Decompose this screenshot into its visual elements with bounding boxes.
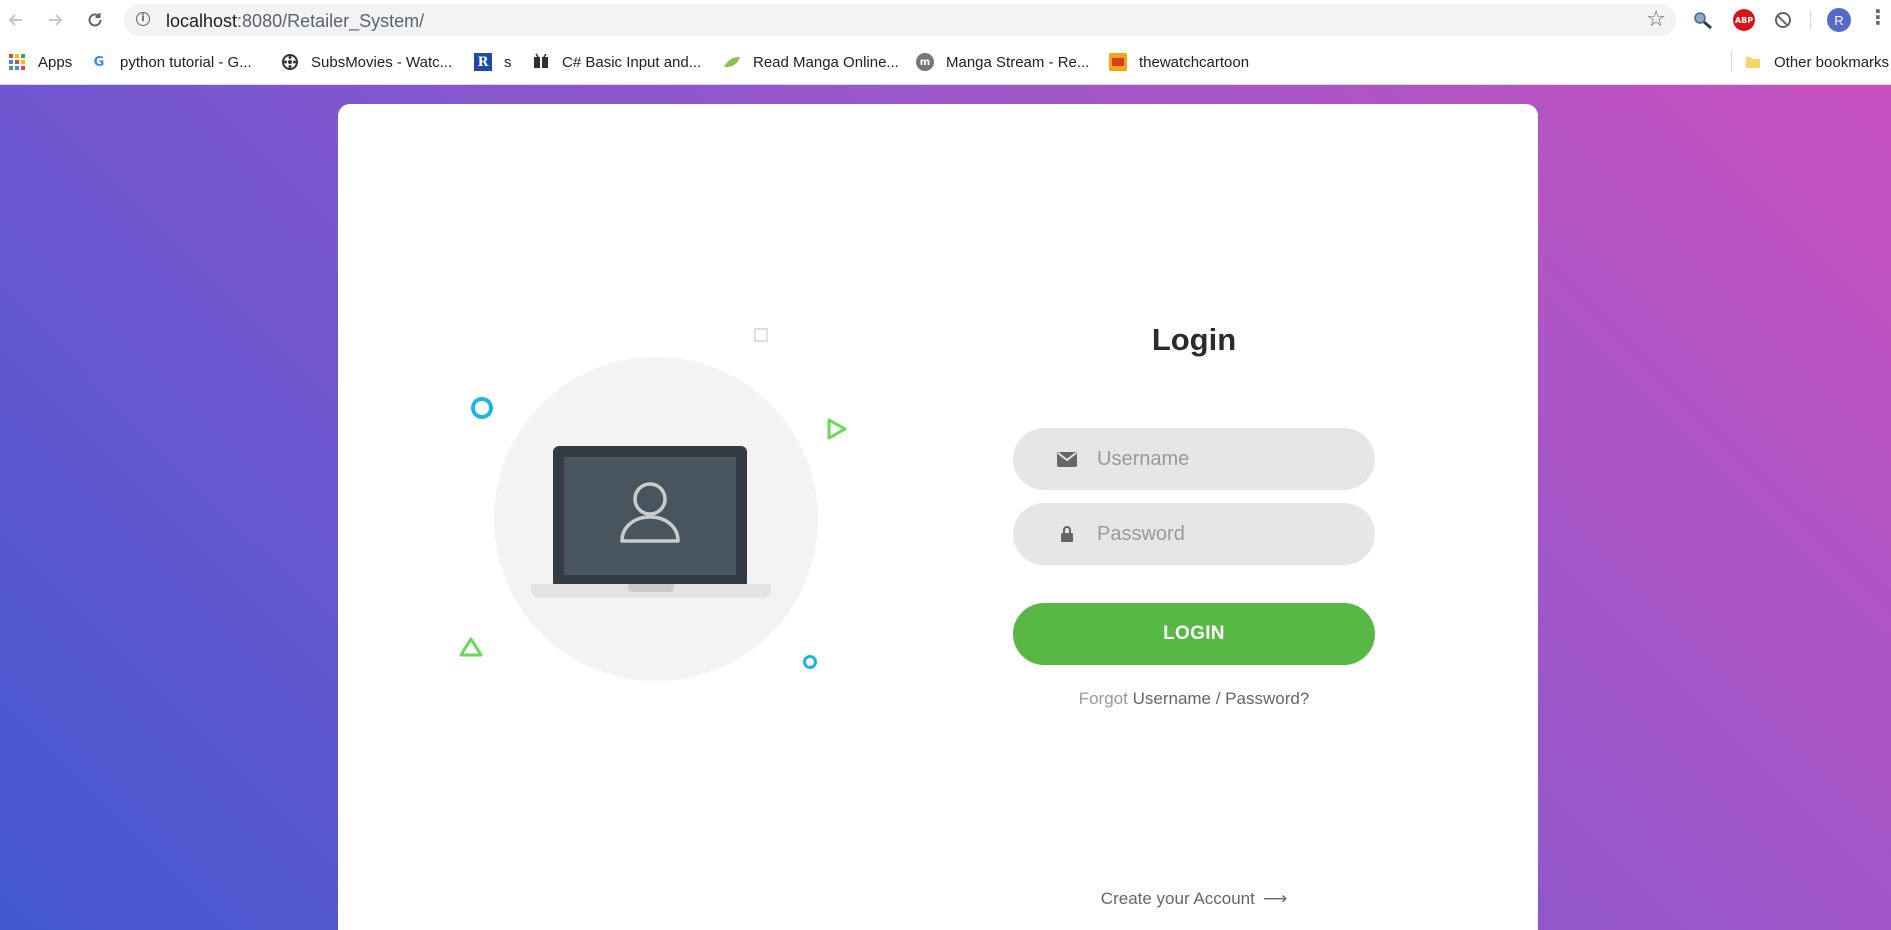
bookmark-label: Other bookmarks <box>1774 53 1890 71</box>
apps-grid-icon <box>8 53 26 71</box>
laptop-screen <box>553 446 747 588</box>
envelope-icon <box>1057 450 1077 468</box>
bookmark-label: Apps <box>38 53 73 71</box>
kebab-menu-icon[interactable]: ⋮ <box>1868 5 1888 29</box>
bookmark-apps[interactable]: Apps <box>8 51 72 73</box>
bookmark-label: s <box>504 53 512 71</box>
profile-avatar[interactable]: R <box>1827 8 1851 32</box>
leaf-icon <box>723 53 741 71</box>
address-bar[interactable]: i localhost:8080/Retailer_System/ ☆ <box>124 4 1676 36</box>
bookmark-label: C# Basic Input and... <box>562 53 702 71</box>
profile-initial: R <box>1834 12 1844 28</box>
r-logo-icon: R <box>474 53 492 71</box>
tv-icon <box>1109 53 1127 71</box>
forward-button[interactable] <box>43 8 67 32</box>
bookmarks-divider <box>1731 50 1732 72</box>
arrow-right-icon <box>49 14 63 26</box>
block-icon <box>1775 12 1791 28</box>
bookmark-label: Manga Stream - Re... <box>946 53 1090 71</box>
toolbar-divider <box>1810 10 1811 30</box>
bookmark-label: python tutorial - G... <box>120 53 252 71</box>
user-icon <box>620 482 680 543</box>
deco-square <box>754 328 768 342</box>
url-path: :8080/Retailer_System/ <box>237 11 425 31</box>
bookmark-label: Read Manga Online... <box>753 53 899 71</box>
password-input[interactable] <box>1097 503 1347 565</box>
page-title: Login <box>1151 322 1237 357</box>
create-account-label: Create your Account <box>1100 889 1255 908</box>
folder-icon <box>1744 53 1762 71</box>
browser-toolbar: i localhost:8080/Retailer_System/ ☆ ABP … <box>0 0 1891 40</box>
adblock-extension[interactable]: ABP <box>1733 9 1755 31</box>
bookmark-item[interactable]: thewatchcartoon <box>1109 51 1249 73</box>
google-g-icon: G <box>93 54 105 70</box>
bookmark-label: SubsMovies - Watc... <box>311 53 453 71</box>
forgot-link[interactable]: Username / Password? <box>1133 689 1310 708</box>
deco-ring <box>803 655 817 669</box>
bookmark-item[interactable]: SubsMovies - Watc... <box>281 51 452 73</box>
login-button[interactable]: LOGIN <box>1013 603 1375 665</box>
bookmark-item[interactable]: Read Manga Online... <box>723 51 899 73</box>
abp-label: ABP <box>1734 15 1754 25</box>
book-icon <box>532 53 550 71</box>
arrow-left-icon <box>8 14 22 26</box>
password-field[interactable] <box>1013 503 1375 565</box>
bookmarks-bar: Apps G python tutorial - G... SubsMovies… <box>0 40 1891 85</box>
reload-button[interactable] <box>83 8 107 32</box>
url-host: localhost <box>166 11 238 31</box>
reload-icon <box>88 13 102 27</box>
bookmark-item[interactable]: G python tutorial - G... <box>90 51 252 73</box>
laptop-notch <box>628 584 674 592</box>
address-url[interactable]: localhost:8080/Retailer_System/ <box>166 11 424 32</box>
deco-triangle <box>459 637 483 657</box>
arrow-right-icon: ⟶ <box>1262 889 1288 909</box>
username-field[interactable] <box>1013 428 1375 490</box>
block-extension[interactable] <box>1774 9 1792 31</box>
forgot-prefix: Forgot <box>1078 689 1128 708</box>
bookmark-item[interactable]: C# Basic Input and... <box>532 51 701 73</box>
film-reel-icon <box>281 53 299 71</box>
star-icon[interactable]: ☆ <box>1646 7 1666 32</box>
forgot-credentials: Forgot Username / Password? <box>1013 689 1375 709</box>
bookmark-item[interactable]: R s <box>474 51 512 73</box>
m-badge-icon: m <box>916 53 934 71</box>
bookmark-label: thewatchcartoon <box>1139 53 1250 71</box>
deco-ring <box>471 397 493 419</box>
info-icon[interactable]: i <box>136 12 150 26</box>
laptop-display <box>564 457 736 575</box>
extension-search[interactable] <box>1692 9 1714 31</box>
back-button[interactable] <box>4 8 28 32</box>
login-card: Login LOGIN Forgot Username / Password? … <box>338 104 1538 930</box>
bookmark-item[interactable]: m Manga Stream - Re... <box>916 51 1089 73</box>
deco-play-triangle <box>827 418 847 440</box>
bookmark-other[interactable]: Other bookmarks <box>1744 51 1889 73</box>
create-account-link[interactable]: Create your Account ⟶ <box>1013 889 1375 909</box>
username-input[interactable] <box>1097 428 1347 490</box>
magnifier-extension-icon <box>1694 12 1712 30</box>
lock-icon <box>1057 525 1077 543</box>
